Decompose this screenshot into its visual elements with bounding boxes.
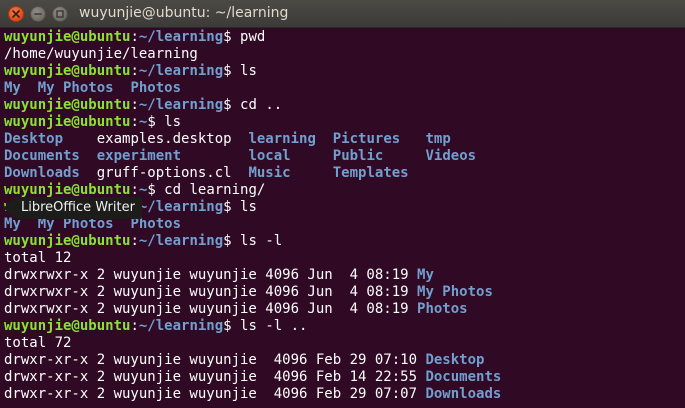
prompt-path: ~/learning	[138, 199, 224, 215]
terminal-line: wuyunjie@ubuntu:~/learning$ ls -l ..	[4, 318, 685, 335]
prompt-user: wuyunjie@ubuntu	[4, 114, 131, 130]
output-text: gruff-options.cl	[79, 165, 249, 181]
directory-name: My	[417, 267, 434, 283]
prompt-user: wuyunjie@ubuntu	[4, 97, 131, 113]
output-text: total 12	[4, 250, 72, 266]
directory-name: My Photos	[417, 284, 493, 300]
prompt-path: ~/learning	[138, 29, 224, 45]
terminal-line: total 12	[4, 250, 685, 267]
directory-name: My	[4, 80, 21, 96]
output-text: drwxrwxr-x 2 wuyunjie wuyunjie 4096 Jun …	[4, 284, 418, 300]
output-text: drwxrwxr-x 2 wuyunjie wuyunjie 4096 Jun …	[4, 267, 418, 283]
prompt-user: wuyunjie@ubuntu	[4, 63, 131, 79]
directory-name: Downloads	[4, 165, 80, 181]
terminal-line: Downloads gruff-options.cl Music Templat…	[4, 165, 685, 182]
prompt-user: wuyunjie@ubuntu	[4, 318, 131, 334]
output-text: $ cd learning/	[147, 182, 266, 198]
output-text: drwxrwxr-x 2 wuyunjie wuyunjie 4096 Jun …	[4, 301, 418, 317]
output-text: :	[130, 63, 139, 79]
terminal-line: wuyunjie@ubuntu:~/learning$ pwd	[4, 29, 685, 46]
directory-name: Templates	[332, 165, 409, 181]
tooltip-arrow	[3, 199, 14, 217]
launcher-tooltip: LibreOffice Writer	[14, 197, 142, 219]
output-text: drwxr-xr-x 2 wuyunjie wuyunjie 4096 Feb …	[4, 369, 426, 385]
prompt-path: ~/learning	[138, 233, 224, 249]
terminal-line: wuyunjie@ubuntu:~/learning$ cd ..	[4, 97, 685, 114]
terminal-line: total 72	[4, 335, 685, 352]
output-text: :	[130, 97, 139, 113]
terminal-line: drwxr-xr-x 2 wuyunjie wuyunjie 4096 Feb …	[4, 369, 685, 386]
prompt-user: wuyunjie@ubuntu	[4, 182, 131, 198]
output-text: $ ls	[147, 114, 182, 130]
output-text: :	[130, 233, 139, 249]
terminal-line: wuyunjie@ubuntu:~/learning$ ls	[4, 63, 685, 80]
prompt-path: ~/learning	[138, 318, 224, 334]
output-text: drwxr-xr-x 2 wuyunjie wuyunjie 4096 Feb …	[4, 386, 426, 402]
output-text: $ ls	[223, 63, 257, 79]
terminal-line: drwxr-xr-x 2 wuyunjie wuyunjie 4096 Feb …	[4, 386, 685, 403]
output-text: :	[130, 182, 139, 198]
prompt-user: wuyunjie@ubuntu	[4, 233, 131, 249]
directory-name: learning	[248, 131, 316, 147]
output-text: $ ls	[223, 199, 257, 215]
output-text: total 72	[4, 335, 72, 351]
terminal-line: /home/wuyunjie/learning	[4, 46, 685, 63]
minimize-icon[interactable]	[30, 6, 46, 22]
terminal-line: drwxrwxr-x 2 wuyunjie wuyunjie 4096 Jun …	[4, 267, 685, 284]
terminal-line: wuyunjie@ubuntu:~$ ls	[4, 114, 685, 131]
directory-name: Photos	[130, 80, 182, 96]
directory-name: local	[248, 148, 291, 164]
directory-name: My Photos	[37, 80, 114, 96]
window-title: wuyunjie@ubuntu: ~/learning	[79, 5, 289, 21]
prompt-user: wuyunjie@ubuntu	[4, 29, 131, 45]
directory-name: Downloads	[425, 386, 502, 402]
terminal-line: My My Photos Photos	[4, 80, 685, 97]
output-text: drwxr-xr-x 2 wuyunjie wuyunjie 4096 Feb …	[4, 352, 426, 368]
directory-name: tmp	[425, 131, 451, 147]
title-bar[interactable]: wuyunjie@ubuntu: ~/learning	[0, 0, 685, 28]
output-text: $ cd ..	[223, 97, 283, 113]
terminal-line: Documents experiment local Public Videos	[4, 148, 685, 165]
output-text: $ ls -l ..	[223, 318, 308, 334]
directory-name: Photos	[417, 301, 468, 317]
terminal-line: drwxr-xr-x 2 wuyunjie wuyunjie 4096 Feb …	[4, 352, 685, 369]
output-text: examples.desktop	[63, 131, 249, 147]
terminal-line: drwxrwxr-x 2 wuyunjie wuyunjie 4096 Jun …	[4, 284, 685, 301]
prompt-path: ~/learning	[138, 63, 224, 79]
terminal-line: Desktop examples.desktop learning Pictur…	[4, 131, 685, 148]
directory-name: experiment	[96, 148, 182, 164]
directory-name: Documents	[4, 148, 80, 164]
directory-name: Desktop	[4, 131, 64, 147]
output-text: /home/wuyunjie/learning	[4, 46, 198, 62]
output-text: :	[130, 318, 139, 334]
terminal-line: wuyunjie@ubuntu:~/learning$ ls -l	[4, 233, 685, 250]
output-text: $ pwd	[223, 29, 266, 45]
directory-name: Videos	[425, 148, 477, 164]
close-icon[interactable]	[8, 6, 24, 22]
directory-name: Desktop	[425, 352, 485, 368]
directory-name: Documents	[425, 369, 502, 385]
maximize-icon[interactable]	[52, 6, 68, 22]
prompt-path: ~/learning	[138, 97, 224, 113]
directory-name: Public	[332, 148, 384, 164]
directory-name: Pictures	[332, 131, 401, 147]
terminal-line: drwxrwxr-x 2 wuyunjie wuyunjie 4096 Jun …	[4, 301, 685, 318]
directory-name: Music	[248, 165, 291, 181]
output-text: $ ls -l	[223, 233, 283, 249]
terminal-window: wuyunjie@ubuntu: ~/learning wuyunjie@ubu…	[0, 0, 685, 408]
output-text: :	[130, 114, 139, 130]
output-text: :	[130, 29, 139, 45]
